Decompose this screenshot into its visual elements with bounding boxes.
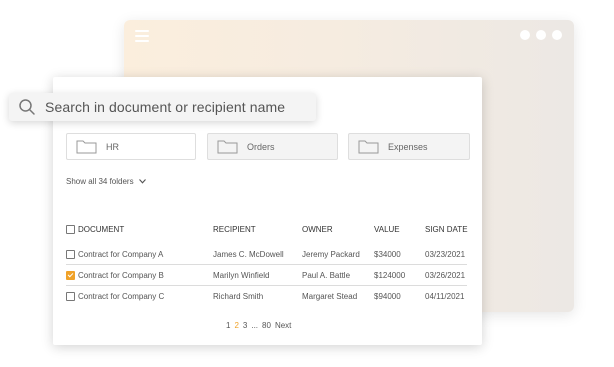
folder-label: Orders (247, 141, 275, 152)
select-all-checkbox[interactable] (66, 225, 75, 234)
folder-icon (217, 140, 238, 154)
window-dot-icon[interactable] (520, 30, 530, 40)
folder-hr[interactable]: HR (66, 133, 196, 160)
cell-sign-date: 03/26/2021 (425, 271, 466, 280)
column-header-value[interactable]: VALUE (374, 225, 400, 234)
cell-value: $34000 (374, 250, 401, 259)
cell-owner: Jeremy Packard (302, 250, 360, 259)
next-page-link[interactable]: Next (275, 321, 291, 330)
row-checkbox-checked[interactable] (66, 271, 75, 280)
column-header-document[interactable]: DOCUMENT (78, 225, 124, 234)
page-link-last[interactable]: 80 (262, 321, 271, 330)
cell-value: $124000 (374, 271, 406, 280)
folder-icon (76, 140, 97, 154)
page-link[interactable]: 1 (226, 321, 230, 330)
folder-label: Expenses (388, 141, 428, 152)
chevron-down-icon (138, 179, 146, 184)
cell-sign-date: 03/23/2021 (425, 250, 466, 259)
search-placeholder: Search in document or recipient name (45, 99, 286, 115)
window-dot-icon[interactable] (552, 30, 562, 40)
cell-recipient: James C. McDowell (213, 250, 284, 259)
column-header-sign-date[interactable]: SIGN DATE (425, 225, 468, 234)
search-bar[interactable]: Search in document or recipient name (9, 93, 316, 121)
page-ellipsis: ... (251, 321, 259, 330)
row-checkbox[interactable] (66, 292, 75, 301)
page-link[interactable]: 3 (243, 321, 247, 330)
cell-document[interactable]: Contract for Company C (78, 292, 164, 301)
cell-value: $94000 (374, 292, 401, 301)
show-all-label: Show all 34 folders (66, 177, 134, 186)
window-dot-icon[interactable] (536, 30, 546, 40)
cell-owner: Paul A. Battle (302, 271, 351, 280)
search-icon (19, 99, 35, 115)
cell-sign-date: 04/11/2021 (425, 292, 465, 301)
cell-document[interactable]: Contract for Company A (78, 250, 163, 259)
cell-recipient: Marilyn Winfield (213, 271, 270, 280)
folder-orders[interactable]: Orders (207, 133, 338, 160)
folder-icon (358, 140, 379, 154)
row-divider (66, 264, 467, 265)
window-controls (520, 30, 562, 40)
folder-expenses[interactable]: Expenses (348, 133, 470, 160)
column-header-owner[interactable]: OWNER (302, 225, 333, 234)
row-divider (66, 285, 467, 286)
folder-label: HR (106, 141, 119, 152)
show-all-folders-link[interactable]: Show all 34 folders (66, 177, 146, 186)
hamburger-menu-icon[interactable] (135, 30, 149, 43)
cell-document[interactable]: Contract for Company B (78, 271, 164, 280)
cell-recipient: Richard Smith (213, 292, 264, 301)
pagination: 1 2 3 ... 80 Next (226, 321, 291, 330)
row-checkbox[interactable] (66, 250, 75, 259)
column-header-recipient[interactable]: RECIPIENT (213, 225, 256, 234)
cell-owner: Margaret Stead (302, 292, 358, 301)
page-link-current[interactable]: 2 (234, 321, 238, 330)
